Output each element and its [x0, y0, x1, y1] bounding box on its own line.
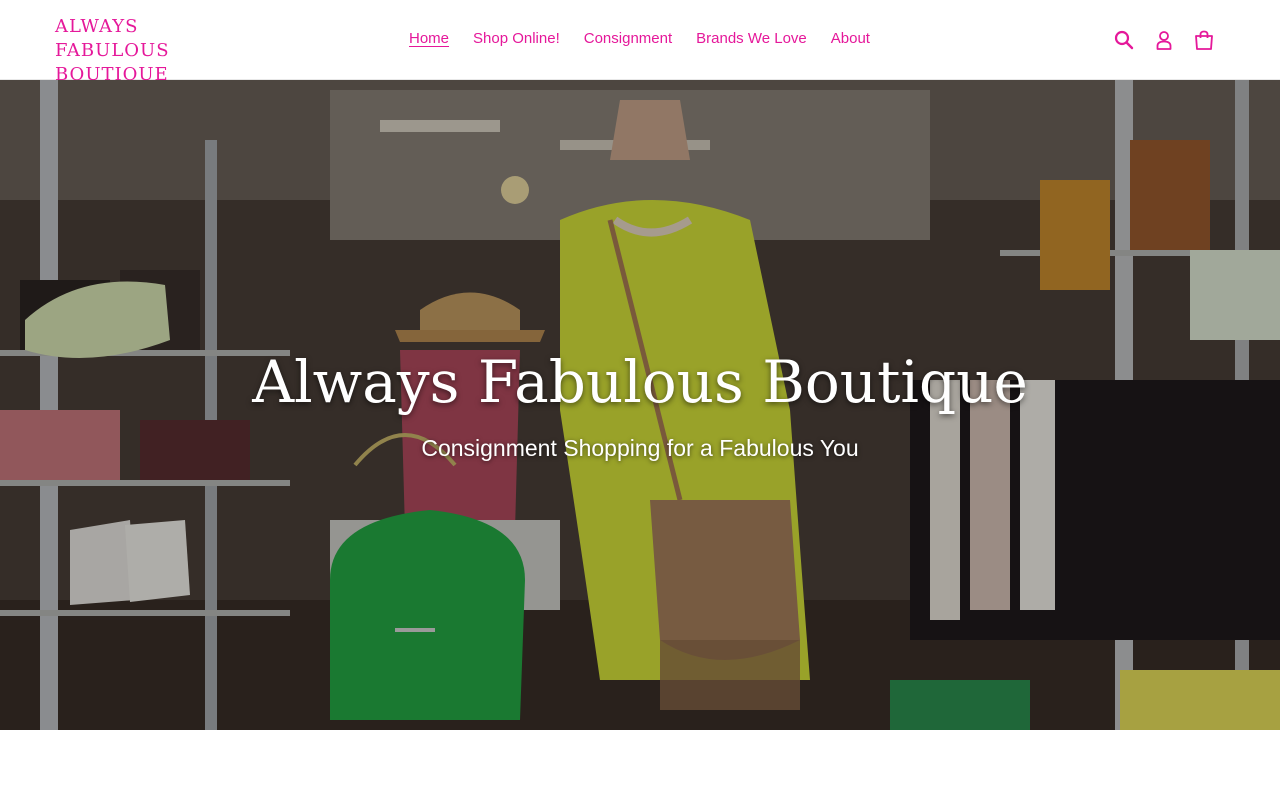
nav-link-about[interactable]: About [819, 28, 882, 50]
main-nav: Home Shop Online! Consignment Brands We … [397, 28, 882, 50]
site-logo[interactable]: ALWAYS FABULOUS BOUTIQUE [55, 15, 255, 87]
search-button[interactable] [1110, 26, 1138, 54]
nav-item-consignment: Consignment [572, 28, 684, 50]
nav-link-home[interactable]: Home [397, 28, 461, 50]
header-icons [1110, 26, 1218, 54]
nav-item-brands: Brands We Love [684, 28, 819, 50]
nav-item-about: About [819, 28, 882, 50]
hero-title: Always Fabulous Boutique [252, 348, 1028, 416]
nav-link-consignment[interactable]: Consignment [572, 28, 684, 50]
nav-item-home: Home [397, 28, 461, 50]
cart-button[interactable] [1190, 26, 1218, 54]
nav-link-shop-online[interactable]: Shop Online! [461, 28, 572, 50]
site-header: ALWAYS FABULOUS BOUTIQUE Home Shop Onlin… [0, 0, 1280, 85]
cart-icon [1195, 30, 1213, 50]
account-icon [1156, 31, 1172, 50]
nav-link-brands[interactable]: Brands We Love [684, 28, 819, 50]
search-icon [1114, 30, 1134, 50]
login-button[interactable] [1150, 26, 1178, 54]
hero-banner: Always Fabulous Boutique Consignment Sho… [0, 80, 1280, 730]
hero-subtitle: Consignment Shopping for a Fabulous You [421, 435, 859, 461]
nav-item-shop-online: Shop Online! [461, 28, 572, 50]
